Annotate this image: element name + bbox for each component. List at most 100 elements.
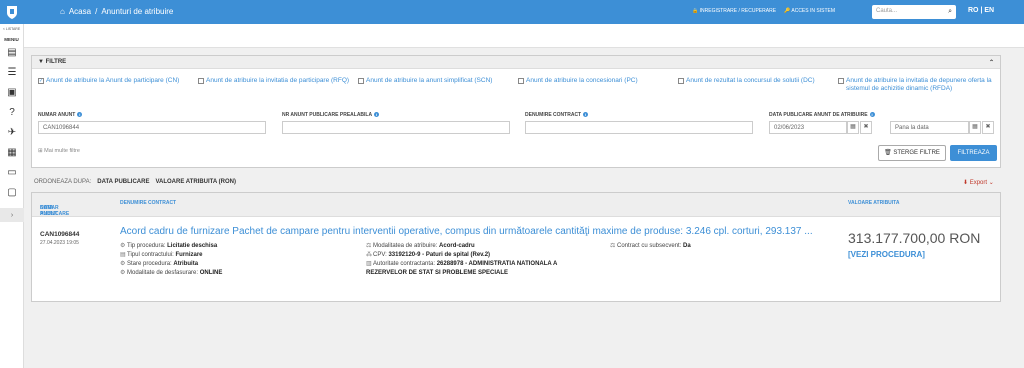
notice-number-input[interactable]: CAN1096844 bbox=[38, 121, 266, 134]
prior-notice-input[interactable] bbox=[282, 121, 510, 134]
col-date: DATA PUBLICARE bbox=[40, 205, 70, 217]
detail-value-cont: REZERVELOR DE STAT SI PROBLEME SPECIALE bbox=[366, 270, 509, 276]
checkbox-unchecked[interactable] bbox=[838, 78, 844, 84]
clear-filters-label: STERGE FILTRE bbox=[893, 150, 940, 156]
details-col3: ⚖ Contract cu subsecvent: Da bbox=[610, 242, 691, 251]
details-col2: ⚖ Modalitatea de atribuire: Acord-cadru ⁂… bbox=[366, 242, 557, 278]
detail-label: CPV: bbox=[373, 252, 387, 258]
detail-label: Tipul contractului: bbox=[127, 252, 174, 258]
rocket-icon[interactable]: ✈ bbox=[0, 122, 24, 142]
account-links: 🔒 INREGISTRARE / RECUPERARE 🔑 ACCES IN S… bbox=[692, 8, 835, 14]
gears-icon: ⚙ bbox=[120, 261, 126, 267]
register-link[interactable]: 🔒 INREGISTRARE / RECUPERARE bbox=[692, 8, 776, 14]
filter-title-text: FILTRE bbox=[45, 59, 67, 65]
institution-icon: ▥ bbox=[366, 261, 372, 267]
login-label: ACCES IN SISTEM bbox=[791, 8, 835, 14]
apply-filter-button[interactable]: FILTREAZA bbox=[950, 145, 997, 161]
search-input[interactable]: Cauta... ⌕ bbox=[872, 5, 956, 19]
results-header: NUMAR ANUNT DATA PUBLICARE DENUMIRE CONTR… bbox=[32, 193, 1000, 217]
document-icon[interactable]: ▤ bbox=[0, 42, 24, 62]
detail-label: Tip procedura: bbox=[127, 243, 166, 249]
checkbox-label: Anunt de rezultat la concursul de soluti… bbox=[686, 77, 815, 84]
clear-date-icon[interactable]: ✖ bbox=[860, 121, 872, 134]
monitor-icon[interactable]: ▭ bbox=[0, 162, 24, 182]
checkbox-unchecked[interactable] bbox=[518, 78, 524, 84]
contract-title-link[interactable]: Acord cadru de furnizare Pachet de campa… bbox=[120, 226, 840, 237]
sidebar-listing-link[interactable]: < LISTARE bbox=[0, 24, 23, 31]
checkbox-rfda[interactable]: Anunt de atribuire la invitatia de depun… bbox=[838, 77, 998, 92]
info-icon[interactable]: i bbox=[77, 112, 83, 117]
detail-value: Da bbox=[683, 243, 691, 249]
checkbox-scn[interactable]: Anunt de atribuire la anunt simplificat … bbox=[358, 77, 518, 92]
gears-icon: ⚙ bbox=[120, 243, 126, 249]
detail-label: Autoritate contractanta: bbox=[373, 261, 436, 267]
language-switch[interactable]: RO | EN bbox=[968, 7, 994, 14]
clear-date-icon[interactable]: ✖ bbox=[982, 121, 994, 134]
sort-label: ORDONEAZA DUPA: bbox=[34, 179, 92, 185]
detail-value: ONLINE bbox=[199, 270, 223, 276]
label-text: DENUMIRE CONTRACT bbox=[525, 112, 582, 118]
home-icon[interactable]: ⌂ bbox=[60, 7, 65, 16]
filter-header[interactable]: ▼ FILTRE ⌃ bbox=[32, 56, 1000, 69]
publish-date: 27.04.2023 19:05 bbox=[40, 240, 79, 246]
shield-logo-icon bbox=[7, 6, 17, 19]
col-contract[interactable]: DENUMIRE CONTRACT bbox=[120, 200, 176, 206]
sort-bar: ORDONEAZA DUPA: DATA PUBLICARE VALOARE A… bbox=[34, 179, 236, 185]
checkbox-pc[interactable]: Anunt de atribuire la concesionari (PC) bbox=[518, 77, 678, 92]
checkbox-unchecked[interactable] bbox=[198, 78, 204, 84]
scale-icon: ⚖ bbox=[610, 243, 616, 249]
notice-type-checkboxes: ✓ Anunt de atribuire la Anunt de particip… bbox=[38, 77, 998, 92]
checkbox-label: Anunt de atribuire la concesionari (PC) bbox=[526, 77, 638, 84]
sort-by-value[interactable]: VALOARE ATRIBUITA (RON) bbox=[155, 179, 236, 185]
breadcrumb-current: Anunturi de atribuire bbox=[101, 7, 174, 16]
calendar-icon[interactable]: ▦ bbox=[969, 121, 981, 134]
gears-icon: ⚙ bbox=[120, 270, 126, 276]
chevron-right-icon[interactable]: › bbox=[0, 208, 24, 222]
checkbox-unchecked[interactable] bbox=[678, 78, 684, 84]
checkbox-checked[interactable]: ✓ bbox=[38, 78, 44, 84]
sort-by-date[interactable]: DATA PUBLICARE bbox=[97, 179, 149, 185]
sidebar: < LISTARE MENIU ▤ ☰ ▣ ? ✈ ▦ ▭ ▢ › bbox=[0, 24, 24, 368]
logo[interactable] bbox=[0, 0, 24, 24]
more-filters-link[interactable]: ⊞ Mai multe filtre bbox=[38, 148, 80, 154]
notice-number-label: NUMAR ANUNT i bbox=[38, 112, 83, 118]
checkbox-label: Anunt de atribuire la anunt simplificat … bbox=[366, 77, 493, 84]
calendar-icon[interactable]: ▦ bbox=[847, 121, 859, 134]
chat-icon[interactable]: ▢ bbox=[0, 182, 24, 202]
checkbox-dc[interactable]: Anunt de rezultat la concursul de soluti… bbox=[678, 77, 838, 92]
detail-value: Licitatie deschisa bbox=[167, 243, 218, 249]
detail-value: 26288978 - ADMINISTRATIA NATIONALA A bbox=[436, 261, 558, 267]
detail-label: Modalitatea de atribuire: bbox=[373, 243, 438, 249]
label-text: NUMAR ANUNT bbox=[38, 112, 76, 118]
export-label: Export bbox=[969, 180, 988, 186]
checkbox-rfq[interactable]: Anunt de atribuire la invitatia de parti… bbox=[198, 77, 358, 92]
filter-panel: ▼ FILTRE ⌃ ✓ Anunt de atribuire la Anunt … bbox=[31, 55, 1001, 168]
checkbox-unchecked[interactable] bbox=[358, 78, 364, 84]
breadcrumb-home[interactable]: Acasa bbox=[69, 7, 91, 16]
col-value[interactable]: VALOARE ATRIBUITA bbox=[848, 200, 899, 206]
label-text: DATA PUBLICARE ANUNT DE ATRIBUIRE bbox=[769, 112, 868, 118]
help-icon[interactable]: ? bbox=[0, 102, 24, 122]
id-card-icon[interactable]: ▦ bbox=[0, 142, 24, 162]
gallery-icon[interactable]: ▣ bbox=[0, 82, 24, 102]
detail-value: Furnizare bbox=[175, 252, 203, 258]
info-icon[interactable]: i bbox=[374, 112, 380, 117]
info-icon[interactable]: i bbox=[583, 112, 589, 117]
view-procedure-link[interactable]: [VEZI PROCEDURA] bbox=[848, 250, 925, 259]
login-link[interactable]: 🔑 ACCES IN SISTEM bbox=[784, 8, 835, 14]
breadcrumb-separator: / bbox=[95, 7, 98, 16]
date-to-input[interactable]: Pana la data bbox=[890, 121, 969, 134]
checkbox-label: Anunt de atribuire la invitatia de parti… bbox=[206, 77, 350, 84]
chevron-up-icon[interactable]: ⌃ bbox=[989, 59, 994, 66]
file-icon: ▤ bbox=[120, 252, 126, 258]
list-icon[interactable]: ☰ bbox=[0, 62, 24, 82]
contract-name-input[interactable] bbox=[525, 121, 753, 134]
results-table: NUMAR ANUNT DATA PUBLICARE DENUMIRE CONTR… bbox=[31, 192, 1001, 302]
clear-filters-button[interactable]: 🗑 STERGE FILTRE bbox=[878, 145, 946, 161]
export-button[interactable]: ⬇ Export ⌄ bbox=[963, 179, 994, 186]
details-col1: ⚙ Tip procedura: Licitatie deschisa ▤Tipu… bbox=[120, 242, 222, 278]
date-from-input[interactable]: 02/06/2023 bbox=[769, 121, 847, 134]
search-icon[interactable]: ⌕ bbox=[948, 8, 952, 16]
info-icon[interactable]: i bbox=[869, 112, 875, 117]
checkbox-cn[interactable]: ✓ Anunt de atribuire la Anunt de particip… bbox=[38, 77, 198, 92]
